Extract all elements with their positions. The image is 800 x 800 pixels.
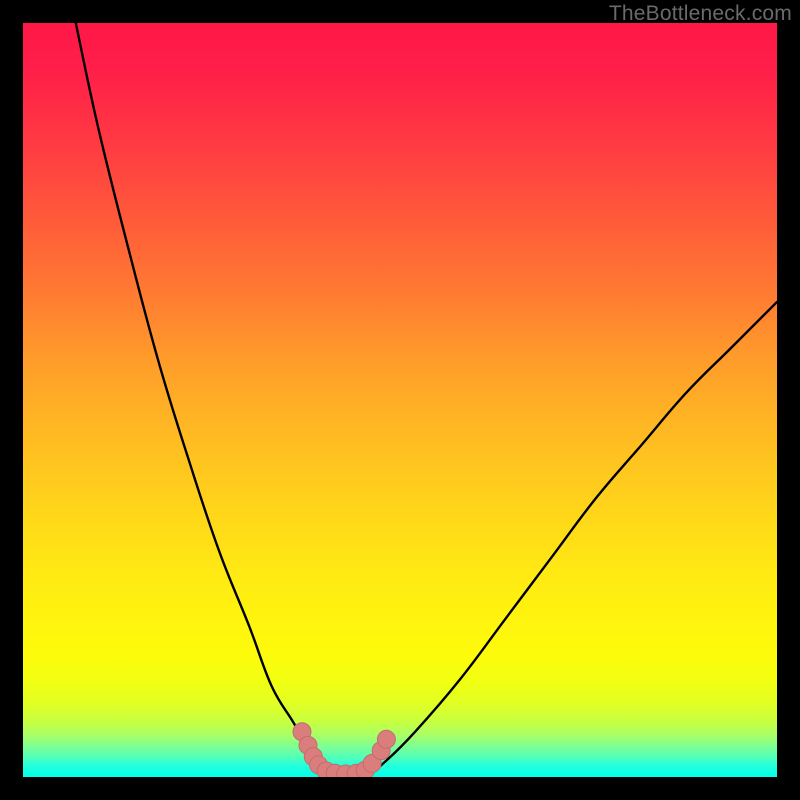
curve-layer [23,23,777,777]
data-marker [377,730,395,748]
outer-frame: TheBottleneck.com [0,0,800,800]
plot-area [23,23,777,777]
watermark-text: TheBottleneck.com [609,2,792,26]
bottleneck-curve [76,23,777,776]
